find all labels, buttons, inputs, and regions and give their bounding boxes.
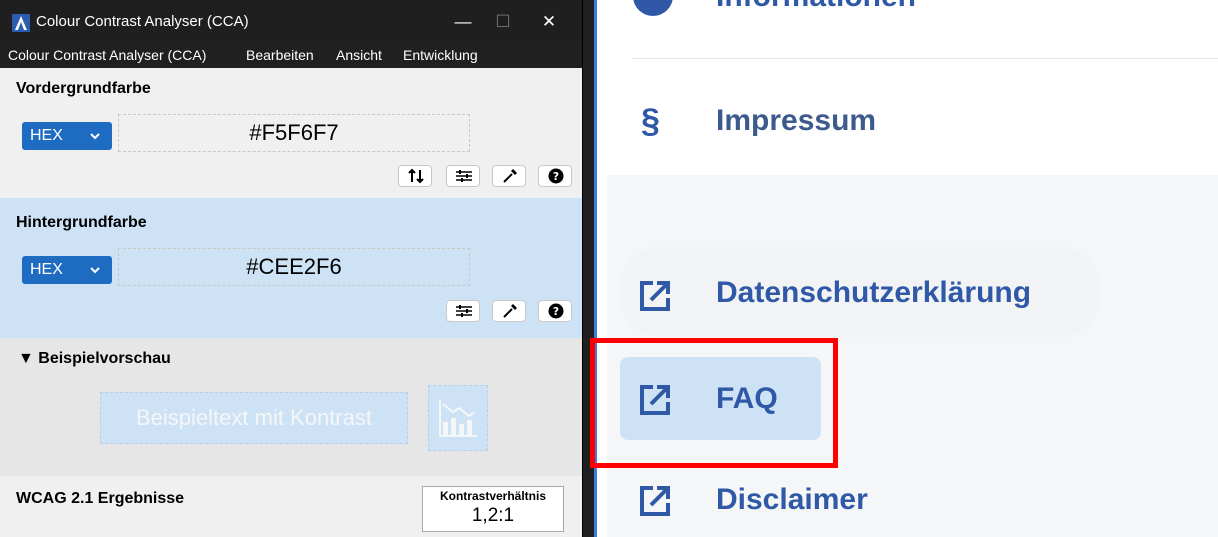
- background-format-value: HEX: [30, 261, 63, 278]
- divider: [632, 58, 1218, 59]
- footer-nav-upper: Informationen § Impressum: [607, 0, 1218, 175]
- svg-text:?: ?: [553, 170, 559, 183]
- help-icon: ?: [548, 303, 564, 319]
- cca-window: Colour Contrast Analyser (CCA) — ☐ ✕ Col…: [0, 0, 583, 537]
- minimize-button[interactable]: —: [448, 10, 478, 34]
- menu-bar: Colour Contrast Analyser (CCA) Bearbeite…: [0, 44, 582, 68]
- sliders-icon: [456, 305, 472, 317]
- foreground-sliders-button[interactable]: [446, 165, 480, 187]
- menu-item-view[interactable]: Ansicht: [336, 47, 382, 63]
- nav-link-informationen[interactable]: Informationen: [716, 0, 916, 14]
- eyedropper-icon: [503, 304, 517, 318]
- foreground-help-button[interactable]: ?: [538, 165, 572, 187]
- background-section: Hintergrundfarbe HEX #CEE2F6 ?: [0, 198, 582, 338]
- preview-section: ▼ Beispielvorschau Beispieltext mit Kont…: [0, 338, 582, 476]
- window-title: Colour Contrast Analyser (CCA): [36, 13, 249, 30]
- background-sliders-button[interactable]: [446, 300, 480, 322]
- results-section: WCAG 2.1 Ergebnisse Kontrastverhältnis 1…: [0, 476, 582, 537]
- contrast-ratio-box: Kontrastverhältnis 1,2:1: [422, 486, 564, 532]
- contrast-ratio-value: 1,2:1: [471, 505, 515, 526]
- title-bar: Colour Contrast Analyser (CCA) — ☐ ✕: [0, 0, 582, 44]
- highlight-box: [590, 338, 838, 468]
- contrast-ratio-label: Kontrastverhältnis: [439, 489, 547, 503]
- menu-item-development[interactable]: Entwicklung: [403, 47, 478, 63]
- paragraph-icon: §: [641, 102, 660, 140]
- svg-text:?: ?: [553, 305, 559, 318]
- menu-item-edit[interactable]: Bearbeiten: [246, 47, 314, 63]
- results-title: WCAG 2.1 Ergebnisse: [16, 490, 185, 507]
- close-button[interactable]: ✕: [534, 10, 564, 34]
- sample-text: Beispieltext mit Kontrast: [100, 392, 408, 444]
- foreground-hex-input[interactable]: #F5F6F7: [118, 114, 470, 152]
- help-icon: ?: [548, 168, 564, 184]
- chevron-down-icon: [90, 267, 100, 274]
- eyedropper-icon: [503, 169, 517, 183]
- swap-icon: [408, 168, 424, 184]
- background-hex-input[interactable]: #CEE2F6: [118, 248, 470, 286]
- sliders-icon: [456, 170, 472, 182]
- foreground-title: Vordergrundfarbe: [16, 80, 151, 97]
- foreground-format-select[interactable]: HEX: [22, 122, 112, 150]
- external-link-icon: [640, 486, 670, 516]
- external-link-icon: [640, 281, 670, 311]
- background-help-button[interactable]: ?: [538, 300, 572, 322]
- chevron-down-icon: [90, 133, 100, 140]
- nav-link-disclaimer[interactable]: Disclaimer: [716, 483, 868, 517]
- preview-toggle[interactable]: ▼ Beispielvorschau: [18, 350, 171, 368]
- foreground-format-value: HEX: [30, 127, 63, 144]
- background-eyedropper-button[interactable]: [492, 300, 526, 322]
- foreground-eyedropper-button[interactable]: [492, 165, 526, 187]
- menu-item-app[interactable]: Colour Contrast Analyser (CCA): [8, 47, 206, 63]
- sample-graphic: [428, 385, 488, 451]
- swap-colors-button[interactable]: [398, 165, 432, 187]
- chart-graphic-icon: [439, 400, 477, 437]
- maximize-button[interactable]: ☐: [488, 10, 518, 34]
- cca-app-icon: [12, 14, 30, 32]
- info-icon: [633, 0, 673, 16]
- foreground-section: Vordergrundfarbe HEX #F5F6F7 ?: [0, 68, 582, 198]
- background-format-select[interactable]: HEX: [22, 256, 112, 284]
- background-title: Hintergrundfarbe: [16, 214, 147, 231]
- nav-link-impressum[interactable]: Impressum: [716, 104, 876, 138]
- nav-link-datenschutz[interactable]: Datenschutzerklärung: [716, 276, 1031, 310]
